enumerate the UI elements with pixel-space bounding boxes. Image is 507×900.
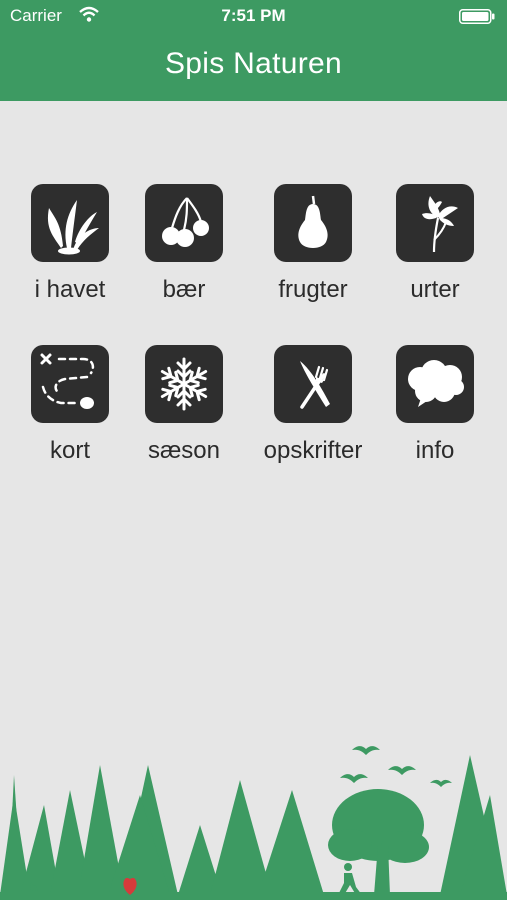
battery-icon (459, 9, 495, 24)
tile-urter[interactable]: urter (370, 184, 500, 304)
flower-icon (422, 196, 458, 253)
tile-label: urter (410, 276, 460, 303)
tile-icon-box (396, 184, 474, 262)
page-title: Spis Naturen (164, 47, 343, 80)
tile-frugter[interactable]: frugter (248, 184, 378, 304)
speech-bubble-icon (408, 360, 464, 407)
status-time: 7:51 PM (221, 6, 286, 25)
tile-icon-box (31, 345, 109, 423)
tile-kort[interactable]: kort (5, 345, 135, 465)
tile-label: frugter (278, 276, 348, 303)
tile-opskrifter[interactable]: opskrifter (248, 345, 378, 465)
tile-icon-box (31, 184, 109, 262)
pear-icon (298, 195, 328, 248)
berries-icon (162, 197, 209, 247)
tile-icon-box (274, 345, 352, 423)
tile-baer[interactable]: bær (119, 184, 249, 304)
tile-icon-box (396, 345, 474, 423)
tile-saeson[interactable]: sæson (119, 345, 249, 465)
tile-label: bær (162, 276, 206, 303)
tile-icon-box (274, 184, 352, 262)
map-icon (40, 353, 95, 409)
fork-knife-icon (300, 361, 330, 409)
tile-i-havet[interactable]: i havet (5, 184, 135, 304)
tile-label: kort (49, 437, 90, 464)
tile-icon-box (145, 184, 223, 262)
tile-label: opskrifter (263, 437, 363, 464)
forest-illustration (0, 746, 507, 900)
tile-icon-box (145, 345, 223, 423)
tile-label: info (415, 437, 455, 464)
tile-label: sæson (147, 437, 221, 464)
tile-info[interactable]: info (370, 345, 500, 465)
seaweed-icon (47, 200, 99, 255)
navigation-bar: Carrier 7:51 PM Spis Naturen (0, 0, 507, 101)
tile-label: i havet (34, 276, 106, 303)
status-bar: Carrier 7:51 PM (0, 0, 507, 34)
snowflake-icon (157, 357, 211, 411)
